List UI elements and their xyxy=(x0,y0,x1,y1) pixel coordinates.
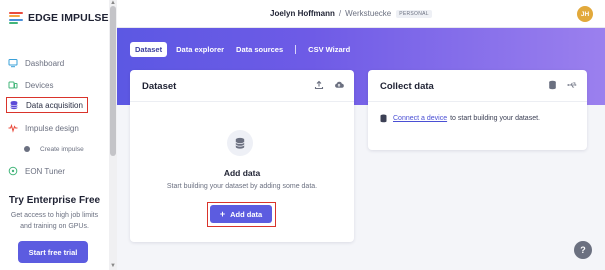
dataset-card: Dataset Add data Start building your dat… xyxy=(130,70,354,242)
add-data-label: Add data xyxy=(230,209,263,219)
sidebar-scrollbar[interactable]: ▲ ▼ xyxy=(109,0,117,270)
card-header: Dataset xyxy=(130,70,354,102)
tab-divider xyxy=(295,45,297,54)
card-title: Dataset xyxy=(142,81,177,92)
collect-data-card: Collect data Connect a device to start b… xyxy=(368,70,587,150)
personal-badge: PERSONAL xyxy=(396,9,432,18)
empty-state-description: Start building your dataset by adding so… xyxy=(166,183,318,190)
sidebar-item-label: Impulse design xyxy=(25,123,79,133)
connect-device-line: Connect a device to start building your … xyxy=(380,114,540,123)
logo-mark-icon xyxy=(9,12,23,24)
logo-text: EDGE IMPULSE xyxy=(28,12,109,24)
device-icon[interactable] xyxy=(547,80,557,90)
user-name[interactable]: Joelyn Hoffmann xyxy=(270,9,335,18)
monitor-icon xyxy=(8,58,18,68)
sidebar-item-label: Devices xyxy=(25,80,54,90)
scrollbar-thumb[interactable] xyxy=(110,6,116,156)
connect-device-text: to start building your dataset. xyxy=(450,115,540,122)
card-title: Collect data xyxy=(380,81,434,92)
add-data-button[interactable]: + Add data xyxy=(210,205,272,223)
card-header: Collect data xyxy=(368,70,587,102)
database-icon xyxy=(9,100,19,110)
trial-description: Get access to high job limits and traini… xyxy=(10,212,99,230)
pulse-icon xyxy=(8,123,18,133)
sidebar-item-dashboard[interactable]: Dashboard xyxy=(8,55,64,71)
sidebar-item-label: Create impulse xyxy=(40,145,84,153)
sidebar-item-devices[interactable]: Devices xyxy=(8,77,53,93)
sidebar-item-label: Dashboard xyxy=(25,58,65,68)
sidebar-item-label: Data acquisition xyxy=(26,100,83,110)
avatar[interactable]: JH xyxy=(577,6,593,22)
sidebar-item-impulse-design[interactable]: Impulse design xyxy=(8,120,79,136)
plus-icon: + xyxy=(219,209,226,219)
upload-icon[interactable] xyxy=(314,80,324,90)
sidebar-item-label: EON Tuner xyxy=(25,166,66,176)
breadcrumb-separator: / xyxy=(338,9,342,18)
tab-data-explorer[interactable]: Data explorer xyxy=(176,45,224,54)
tab-csv-wizard[interactable]: CSV Wizard xyxy=(308,45,350,54)
breadcrumb: Joelyn Hoffmann / Werkstuecke PERSONAL xyxy=(270,9,432,18)
connect-device-link[interactable]: Connect a device xyxy=(393,115,447,122)
sidebar: EDGE IMPULSE Dashboard Devices Data acqu… xyxy=(0,0,117,270)
tab-dataset[interactable]: Dataset xyxy=(130,42,168,57)
database-icon xyxy=(380,114,387,123)
sidebar-item-eon-tuner[interactable]: EON Tuner xyxy=(8,163,65,179)
tab-bar: Dataset Data explorer Data sources CSV W… xyxy=(130,42,362,57)
trial-title: Try Enterprise Free xyxy=(8,195,101,206)
logo[interactable]: EDGE IMPULSE xyxy=(9,12,109,24)
sidebar-item-data-acquisition[interactable]: Data acquisition xyxy=(6,97,88,113)
database-icon xyxy=(227,130,253,156)
tuner-icon xyxy=(8,166,18,176)
scroll-down-icon[interactable]: ▼ xyxy=(110,263,116,269)
start-free-trial-button[interactable]: Start free trial xyxy=(18,241,88,263)
help-button[interactable]: ? xyxy=(574,241,592,259)
empty-state-title: Add data xyxy=(223,168,261,178)
devices-icon xyxy=(8,80,18,90)
top-bar: Joelyn Hoffmann / Werkstuecke PERSONAL J… xyxy=(117,0,605,28)
add-data-highlight: + Add data xyxy=(207,202,276,227)
sidebar-item-create-impulse[interactable]: Create impulse xyxy=(24,143,84,155)
cloud-upload-icon[interactable] xyxy=(334,80,344,90)
usb-icon[interactable] xyxy=(567,80,577,90)
project-name[interactable]: Werkstuecke xyxy=(345,9,391,18)
dot-icon xyxy=(24,146,30,152)
card-actions xyxy=(537,80,577,90)
help-icon: ? xyxy=(580,245,586,255)
tab-data-sources[interactable]: Data sources xyxy=(236,45,283,54)
card-actions xyxy=(304,80,344,90)
